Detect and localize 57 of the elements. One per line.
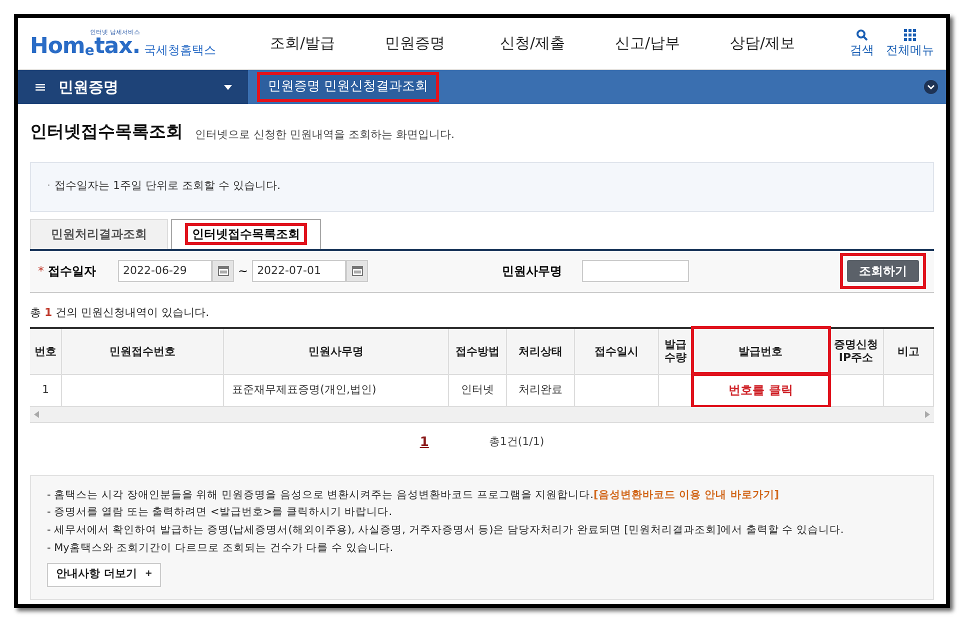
page-link[interactable]: 1	[420, 432, 429, 452]
table-cell	[828, 374, 884, 406]
menu-icon[interactable]: ≡	[34, 76, 47, 98]
required-mark: *	[38, 263, 44, 280]
table-cell: 표준재무제표증명(개인,법인)	[224, 374, 449, 406]
table-cell: 인터넷	[448, 374, 506, 406]
date-to-field[interactable]: 2022-07-01	[252, 260, 346, 282]
notice-text: 접수일자는 1주일 단위로 조회할 수 있습니다.	[54, 178, 280, 194]
name-field[interactable]	[582, 260, 690, 282]
nav-link[interactable]: 상담/제보	[730, 32, 845, 55]
date-from-field[interactable]: 2022-06-29	[118, 260, 212, 282]
nav-link[interactable]: 신청/제출	[500, 32, 615, 55]
info-text: - 세무서에서 확인하여 발급하는 증명(납세증명서(해외이주용), 사실증명, 거주자증명서 등)은 담당자처리가 완료되면 [민원처리결과조회]에서 출력할 수 있습니다.	[47, 523, 844, 538]
column-header: 번호	[30, 328, 62, 374]
tilde: ~	[238, 263, 248, 280]
nav-link[interactable]: 조회/발급	[270, 32, 385, 55]
grid-icon	[904, 28, 916, 40]
name-label: 민원사무명	[502, 263, 564, 280]
page-title: 인터넷접수목록조회	[30, 121, 183, 144]
date-label: 접수일자	[48, 263, 97, 280]
column-header: 민원접수번호	[61, 328, 224, 374]
info-text: - 증명서를 열람 또는 출력하려면 <발급번호>를 클릭하시기 바랍니다.	[47, 505, 392, 520]
page-subtitle: 인터넷으로 신청한 민원내역을 조회하는 화면입니다.	[195, 127, 454, 143]
column-header: 발급 수량	[658, 328, 693, 374]
column-header: 증명신청 IP주소	[828, 328, 884, 374]
column-header: 비고	[883, 328, 934, 374]
column-header: 처리상태	[506, 328, 574, 374]
result-count: 총 1 건의 민원신청내역이 있습니다.	[30, 304, 210, 320]
column-header: 발급번호	[692, 328, 829, 374]
page-summary: 총1건(1/1)	[488, 434, 544, 450]
all-menu-button[interactable]: 전체메뉴	[886, 28, 934, 58]
bullet: ·	[47, 178, 50, 194]
tab[interactable]: 민원처리결과조회	[30, 218, 168, 248]
dropdown-caret-icon[interactable]	[224, 84, 232, 90]
calendar-icon	[352, 266, 363, 276]
info-text: - 홈택스는 시각 장애인분들을 위해 민원증명을 음성으로 변환시켜주는 음성변환바코드 프로그램을 지원합니다.	[47, 488, 594, 502]
table-cell	[883, 374, 934, 406]
search-icon	[856, 28, 868, 40]
more-info-button[interactable]: 안내사항 더보기 +	[47, 562, 162, 586]
search-button[interactable]: 검색	[850, 28, 874, 58]
section-title[interactable]: 민원증명	[58, 76, 119, 98]
table-cell: 1	[30, 374, 62, 406]
issue-number-link[interactable]: 번호를 클릭	[692, 374, 829, 406]
column-header: 접수일시	[574, 328, 658, 374]
column-header: 민원사무명	[224, 328, 449, 374]
column-header: 접수방법	[448, 328, 506, 374]
breadcrumb[interactable]: 민원증명 민원신청결과조회	[260, 75, 436, 99]
calendar-icon	[218, 266, 228, 276]
info-text: - My홈택스와 조회기간이 다르므로 조회되는 건수가 다를 수 있습니다.	[47, 540, 394, 556]
expand-icon[interactable]	[924, 80, 938, 94]
search-submit-button[interactable]: 조회하기	[847, 260, 919, 282]
nav-link[interactable]: 민원증명	[385, 32, 500, 55]
calendar-button[interactable]	[346, 260, 368, 282]
table-cell: 처리완료	[506, 374, 574, 406]
calendar-button[interactable]	[212, 260, 234, 282]
tab[interactable]: 인터넷접수목록조회	[171, 218, 321, 248]
nav-link[interactable]: 신고/납부	[615, 32, 730, 55]
